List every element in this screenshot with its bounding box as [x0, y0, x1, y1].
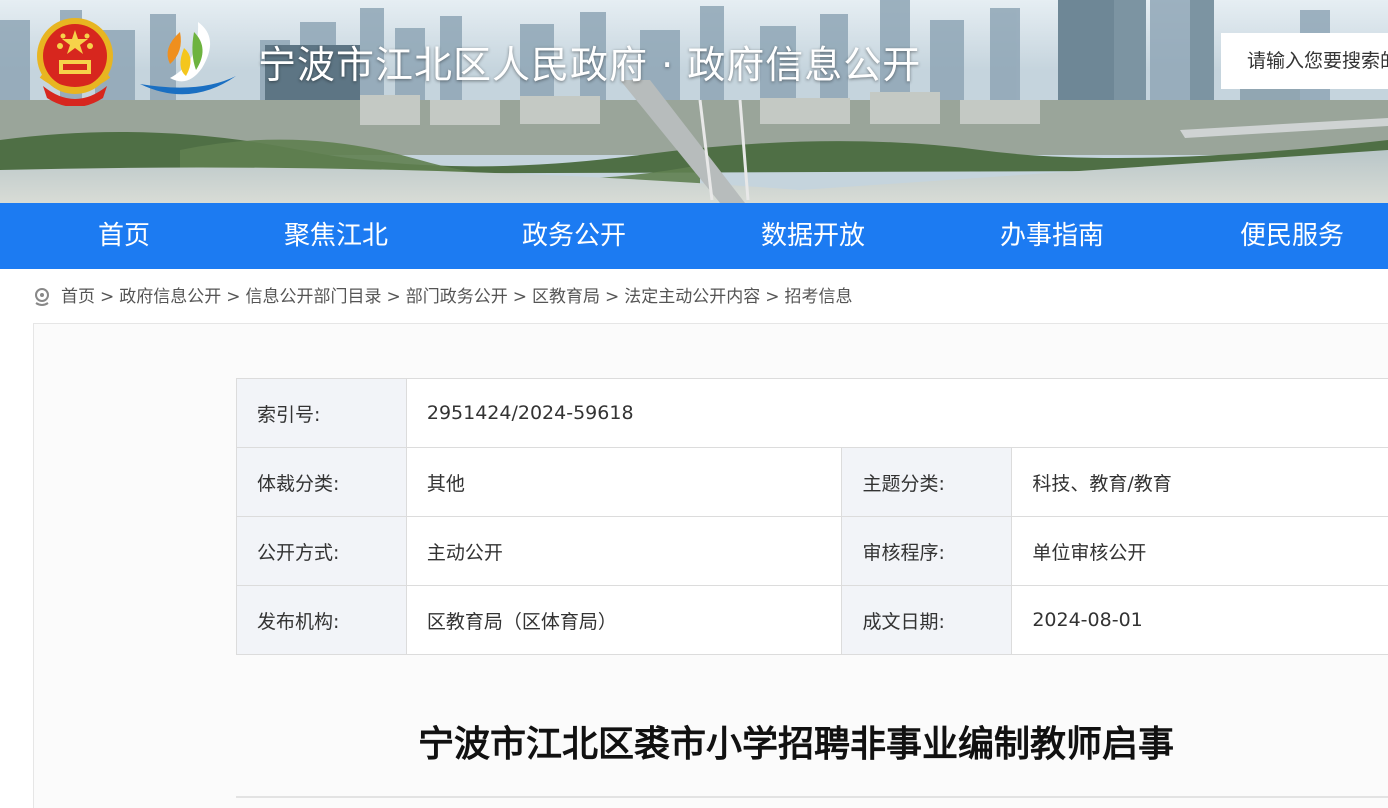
meta-method-label: 公开方式: — [236, 516, 407, 586]
meta-publisher-label: 发布机构: — [236, 585, 407, 655]
breadcrumb-recruitment-info[interactable]: 招考信息 — [785, 284, 853, 310]
breadcrumb-gov-info[interactable]: 政府信息公开 — [119, 284, 221, 310]
meta-date-value: 2024-08-01 — [1011, 585, 1388, 655]
search-input[interactable] — [1221, 33, 1388, 89]
national-emblem-icon — [37, 18, 113, 106]
table-row: 索引号: 2951424/2024-59618 — [236, 378, 1388, 448]
table-row: 发布机构: 区教育局（区体育局） 成文日期: 2024-08-01 — [236, 585, 1388, 655]
breadcrumb-separator: > — [386, 287, 401, 307]
table-row: 公开方式: 主动公开 审核程序: 单位审核公开 — [236, 516, 1388, 586]
article-title: 宁波市江北区裘市小学招聘非事业编制教师启事 — [418, 724, 1175, 765]
breadcrumb-separator: > — [765, 287, 780, 307]
main-nav: 首页 聚焦江北 政务公开 数据开放 办事指南 便民服务 — [0, 203, 1388, 269]
table-row: 体裁分类: 其他 主题分类: 科技、教育/教育 — [236, 447, 1388, 517]
breadcrumb-separator: > — [512, 287, 527, 307]
meta-method-value: 主动公开 — [405, 516, 843, 586]
breadcrumb-dept-affairs[interactable]: 部门政务公开 — [406, 284, 508, 310]
meta-genre-label: 体裁分类: — [236, 447, 407, 517]
meta-genre-value: 其他 — [405, 447, 843, 517]
meta-index-value: 2951424/2024-59618 — [405, 378, 1388, 448]
jiangbei-logo-icon — [140, 22, 236, 95]
header-banner: 宁波市江北区人民政府 · 政府信息公开 — [0, 0, 1388, 203]
meta-date-label: 成文日期: — [841, 585, 1013, 655]
document-meta-table: 索引号: 2951424/2024-59618 体裁分类: 其他 主题分类: 科… — [236, 378, 1388, 655]
breadcrumb-statutory-content[interactable]: 法定主动公开内容 — [624, 284, 760, 310]
breadcrumb: 首页 > 政府信息公开 > 信息公开部门目录 > 部门政务公开 > 区教育局 >… — [33, 284, 853, 310]
breadcrumb-separator: > — [226, 287, 241, 307]
location-pin-icon — [35, 288, 49, 306]
breadcrumb-separator: > — [100, 287, 115, 307]
breadcrumb-home[interactable]: 首页 — [61, 284, 95, 310]
meta-topic-value: 科技、教育/教育 — [1011, 447, 1388, 517]
site-title: 宁波市江北区人民政府 · 政府信息公开 — [258, 43, 922, 87]
nav-item-open-data[interactable]: 数据开放 — [761, 203, 865, 269]
breadcrumb-education-bureau[interactable]: 区教育局 — [532, 284, 600, 310]
breadcrumb-dept-catalog[interactable]: 信息公开部门目录 — [246, 284, 382, 310]
breadcrumb-separator: > — [605, 287, 620, 307]
nav-item-focus[interactable]: 聚焦江北 — [284, 203, 388, 269]
title-divider — [236, 796, 1388, 798]
meta-review-value: 单位审核公开 — [1011, 516, 1388, 586]
meta-index-label: 索引号: — [236, 378, 407, 448]
meta-review-label: 审核程序: — [841, 516, 1013, 586]
nav-item-service-guide[interactable]: 办事指南 — [1000, 203, 1104, 269]
nav-item-gov-affairs[interactable]: 政务公开 — [522, 203, 626, 269]
nav-item-public-service[interactable]: 便民服务 — [1240, 203, 1344, 269]
meta-publisher-value: 区教育局（区体育局） — [405, 585, 843, 655]
nav-item-home[interactable]: 首页 — [98, 203, 150, 269]
meta-topic-label: 主题分类: — [841, 447, 1013, 517]
